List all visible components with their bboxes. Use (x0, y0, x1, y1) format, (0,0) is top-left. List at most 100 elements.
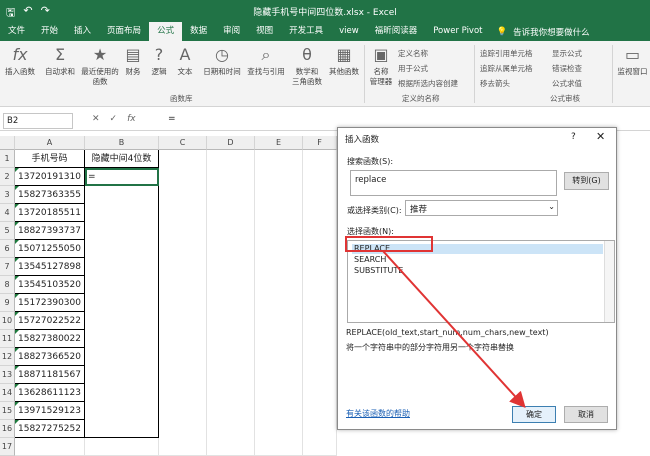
phone-cell[interactable]: 15071255050 (15, 240, 85, 258)
insert-function-button[interactable]: fx 插入函数 (4, 45, 36, 77)
row-header[interactable]: 6 (0, 240, 15, 258)
use-in-formula-button[interactable]: 用于公式 (398, 63, 428, 74)
formula-input[interactable]: = (168, 114, 176, 124)
hidden-digits-column[interactable] (85, 186, 159, 438)
empty-column-c[interactable] (159, 150, 207, 456)
name-box[interactable]: B2 (3, 113, 73, 129)
help-icon[interactable]: ? (571, 132, 576, 142)
tab-home[interactable]: 开始 (33, 22, 66, 41)
cancel-button[interactable]: 取消 (564, 406, 608, 423)
empty-cell[interactable] (85, 438, 159, 456)
phone-cell[interactable]: 13545127898 (15, 258, 85, 276)
evaluate-formula-button[interactable]: 公式求值 (552, 78, 582, 89)
empty-column-d[interactable] (207, 150, 255, 456)
tell-me-box[interactable]: 告诉我你想要做什么 (513, 26, 590, 38)
tab-review[interactable]: 审阅 (215, 22, 248, 41)
select-all-corner[interactable] (0, 136, 15, 150)
fx-icon[interactable]: fx (127, 114, 136, 124)
ok-button[interactable]: 确定 (512, 406, 556, 423)
tab-foxit[interactable]: 福昕阅读器 (367, 22, 426, 41)
watch-window-button[interactable]: ▭ 监视窗口 (615, 45, 650, 77)
row-header[interactable]: 5 (0, 222, 15, 240)
empty-column-e[interactable] (255, 150, 303, 456)
close-icon[interactable]: ✕ (596, 130, 605, 143)
phone-cell[interactable]: 13720191310 (15, 168, 85, 186)
row-header[interactable]: 15 (0, 402, 15, 420)
row-header[interactable]: 4 (0, 204, 15, 222)
go-button[interactable]: 转到(G) (564, 172, 609, 190)
row-header[interactable]: 3 (0, 186, 15, 204)
financial-button[interactable]: ▤ 财务 (122, 45, 144, 77)
phone-cell[interactable]: 13971529123 (15, 402, 85, 420)
trace-dependents-button[interactable]: 追踪从属单元格 (480, 63, 533, 74)
column-header-d[interactable]: D (207, 136, 255, 150)
column-header-b[interactable]: B (85, 136, 159, 150)
row-header[interactable]: 7 (0, 258, 15, 276)
phone-cell[interactable]: 18827366520 (15, 348, 85, 366)
other-functions-button[interactable]: ▦ 其他函数 (326, 45, 362, 77)
recent-functions-button[interactable]: ★ 最近使用的 函数 (80, 45, 120, 87)
math-button[interactable]: θ 数学和 三角函数 (290, 45, 324, 87)
phone-cell[interactable]: 13628611123 (15, 384, 85, 402)
tab-page-layout[interactable]: 页面布局 (99, 22, 149, 41)
tab-power-pivot[interactable]: Power Pivot (425, 22, 490, 41)
phone-cell[interactable]: 15827380022 (15, 330, 85, 348)
cancel-icon[interactable]: ✕ (92, 114, 100, 124)
function-list[interactable]: REPLACE SEARCH SUBSTITUTE (347, 240, 615, 323)
category-select[interactable]: 推荐 ⌄ (405, 200, 558, 216)
tab-insert[interactable]: 插入 (66, 22, 99, 41)
tab-formulas[interactable]: 公式 (149, 22, 183, 41)
trace-precedents-button[interactable]: 追踪引用单元格 (480, 48, 533, 59)
column-header-f[interactable]: F (303, 136, 337, 150)
empty-column-f[interactable] (303, 150, 337, 456)
tab-developer[interactable]: 开发工具 (281, 22, 331, 41)
show-formulas-button[interactable]: 显示公式 (552, 48, 582, 59)
row-header[interactable]: 16 (0, 420, 15, 438)
tab-data[interactable]: 数据 (182, 22, 215, 41)
row-header[interactable]: 14 (0, 384, 15, 402)
autosum-button[interactable]: Σ 自动求和 (42, 45, 78, 77)
lookup-button[interactable]: ⌕ 查找与引用 (244, 45, 288, 77)
phone-cell[interactable]: 18827393737 (15, 222, 85, 240)
remove-arrows-button[interactable]: 移去箭头 (480, 78, 510, 89)
row-header[interactable]: 11 (0, 330, 15, 348)
row-header[interactable]: 1 (0, 150, 15, 168)
list-item-search[interactable]: SEARCH (354, 255, 386, 265)
row-header[interactable]: 12 (0, 348, 15, 366)
header-cell-hidden[interactable]: 隐藏中间4位数 (85, 150, 159, 168)
error-checking-button[interactable]: 错误检查 (552, 63, 582, 74)
row-header[interactable]: 8 (0, 276, 15, 294)
phone-cell[interactable]: 13545103520 (15, 276, 85, 294)
row-header[interactable]: 9 (0, 294, 15, 312)
empty-cell[interactable] (15, 438, 85, 456)
row-header[interactable]: 2 (0, 168, 15, 186)
header-cell-phone[interactable]: 手机号码 (15, 150, 85, 168)
phone-cell[interactable]: 15827275252 (15, 420, 85, 438)
list-scrollbar[interactable] (604, 241, 614, 322)
column-header-e[interactable]: E (255, 136, 303, 150)
phone-cell[interactable]: 18871181567 (15, 366, 85, 384)
tab-view[interactable]: 视图 (248, 22, 281, 41)
phone-cell[interactable]: 15172390300 (15, 294, 85, 312)
row-header[interactable]: 10 (0, 312, 15, 330)
define-name-button[interactable]: 定义名称 (398, 48, 428, 59)
tab-view-en[interactable]: view (331, 22, 367, 41)
column-header-a[interactable]: A (15, 136, 85, 150)
phone-cell[interactable]: 13720185511 (15, 204, 85, 222)
phone-cell[interactable]: 15727022522 (15, 312, 85, 330)
name-manager-button[interactable]: ▣ 名称 管理器 (368, 45, 394, 87)
tab-file[interactable]: 文件 (0, 22, 33, 41)
search-input[interactable]: replace (350, 170, 557, 196)
list-item-substitute[interactable]: SUBSTITUTE (354, 266, 403, 276)
create-from-selection-button[interactable]: 根据所选内容创建 (398, 78, 458, 89)
logical-button[interactable]: ? 逻辑 (148, 45, 170, 77)
row-header[interactable]: 17 (0, 438, 15, 456)
phone-cell[interactable]: 15827363355 (15, 186, 85, 204)
help-link[interactable]: 有关该函数的帮助 (346, 408, 410, 419)
active-cell-b2[interactable]: = (85, 168, 159, 186)
text-functions-button[interactable]: A 文本 (174, 45, 196, 77)
check-icon[interactable]: ✓ (110, 114, 118, 124)
column-header-c[interactable]: C (159, 136, 207, 150)
row-header[interactable]: 13 (0, 366, 15, 384)
datetime-button[interactable]: ◷ 日期和时间 (200, 45, 244, 77)
